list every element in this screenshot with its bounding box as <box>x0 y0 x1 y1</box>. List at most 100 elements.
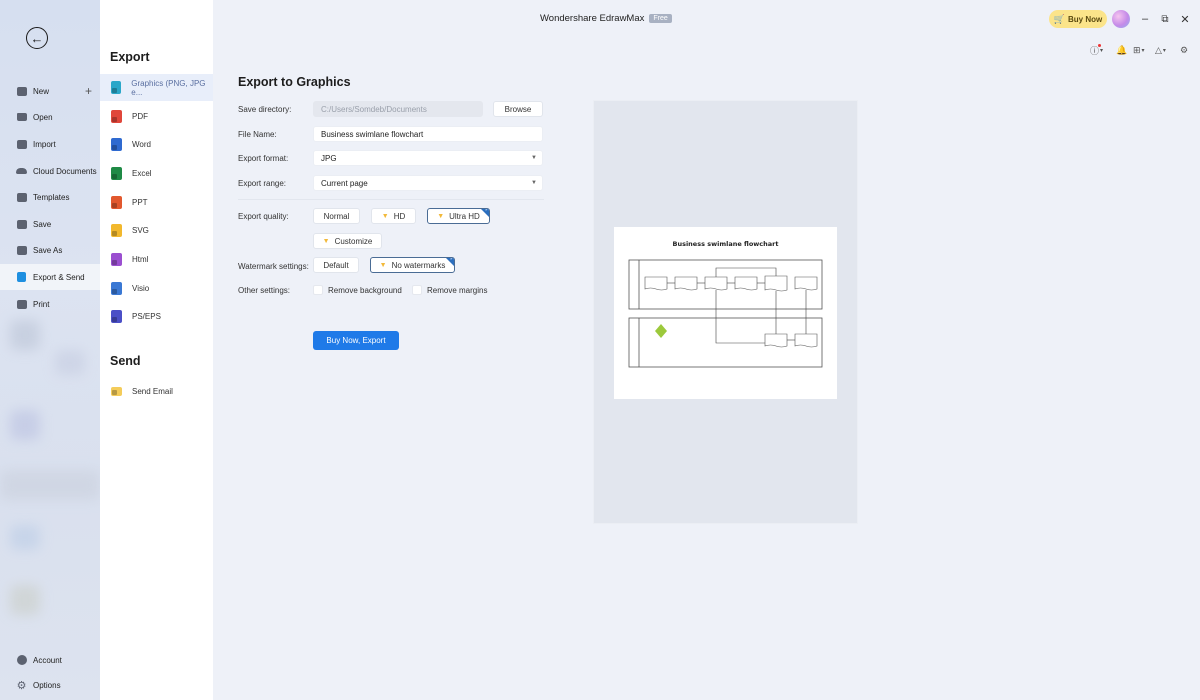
blurred-background <box>10 320 40 350</box>
help-icon: ⓘ <box>1090 43 1101 56</box>
quality-ultra-hd-button[interactable]: ▼ Ultra HD ✓ <box>427 208 490 224</box>
send-item-label: Send Email <box>132 387 173 396</box>
nav-item-print[interactable]: Print <box>0 291 100 317</box>
swimlane-2 <box>628 317 823 368</box>
nav-item-export-send[interactable]: Export & Send <box>0 264 100 290</box>
blurred-background <box>55 350 85 375</box>
save-as-icon <box>16 245 27 255</box>
buy-now-button[interactable]: 🛒 Buy Now <box>1049 10 1107 28</box>
restore-button[interactable]: ⧉ <box>1158 12 1172 26</box>
html-file-icon <box>111 253 122 266</box>
export-range-label: Export range: <box>238 179 287 188</box>
nav-item-import[interactable]: Import <box>0 131 100 157</box>
flow-document-shape <box>674 276 698 291</box>
export-item-label: PS/EPS <box>132 312 161 321</box>
watermark-none-button[interactable]: ▼ No watermarks ✓ <box>370 257 455 273</box>
avatar[interactable] <box>1112 10 1130 28</box>
export-item-word[interactable]: Word <box>100 131 213 158</box>
nav-item-label: Import <box>33 139 56 149</box>
help-button[interactable]: ⓘ ▾ <box>1090 43 1104 56</box>
blurred-background <box>0 470 100 500</box>
minimize-button[interactable]: – <box>1138 12 1152 26</box>
templates-icon <box>16 192 27 202</box>
nav-item-label: Cloud Documents <box>33 166 97 176</box>
nav-item-label: Save As <box>33 245 63 255</box>
buy-now-export-button[interactable]: Buy Now, Export <box>313 331 399 350</box>
watermark-default-button[interactable]: Default <box>313 257 359 273</box>
flow-document-shape <box>764 275 788 292</box>
export-item-label: Word <box>132 140 151 149</box>
export-item-html[interactable]: Html <box>100 246 213 273</box>
premium-gem-icon: ▼ <box>437 212 445 220</box>
remove-margins-checkbox[interactable] <box>412 285 422 295</box>
nav-item-label: Save <box>33 219 52 229</box>
theme-button[interactable]: △ ▾ <box>1155 44 1166 56</box>
app-title-text: Wondershare EdrawMax <box>540 13 645 24</box>
export-item-ppt[interactable]: PPT <box>100 189 213 216</box>
chevron-down-icon: ▾ <box>1141 47 1145 54</box>
divider <box>238 199 544 200</box>
other-settings-label: Other settings: <box>238 286 291 295</box>
export-item-ps-eps[interactable]: PS/EPS <box>100 303 213 330</box>
plus-icon[interactable]: + <box>85 84 92 98</box>
quality-customize-button[interactable]: ▼ Customize <box>313 233 382 249</box>
export-item-label: Visio <box>132 284 150 293</box>
remove-background-checkbox[interactable] <box>313 285 323 295</box>
nav-item-account[interactable]: Account <box>0 647 100 673</box>
notifications-button[interactable]: 🔔 <box>1116 44 1127 56</box>
quality-normal-button[interactable]: Normal <box>313 208 360 224</box>
export-item-graphics[interactable]: Graphics (PNG, JPG e... <box>100 74 213 101</box>
save-icon <box>16 219 27 229</box>
folder-icon <box>16 112 27 122</box>
send-heading: Send <box>110 354 141 368</box>
premium-gem-icon: ▼ <box>322 237 330 245</box>
quality-hd-label: HD <box>393 211 406 221</box>
close-button[interactable]: ✕ <box>1178 12 1192 26</box>
nav-item-save-as[interactable]: Save As <box>0 237 100 263</box>
word-file-icon <box>111 138 122 151</box>
export-item-visio[interactable]: Visio <box>100 275 213 302</box>
image-file-icon <box>111 81 122 94</box>
browse-button[interactable]: Browse <box>493 101 543 117</box>
export-item-svg[interactable]: SVG <box>100 217 213 244</box>
app-title: Wondershare EdrawMax Free <box>540 13 672 24</box>
export-heading: Export <box>110 50 150 64</box>
export-item-pdf[interactable]: PDF <box>100 103 213 130</box>
watermark-label: Watermark settings: <box>238 262 309 271</box>
export-format-select[interactable]: JPG ▼ <box>313 150 543 166</box>
quality-hd-button[interactable]: ▼ HD <box>371 208 416 224</box>
apps-button[interactable]: ⊞ ▾ <box>1133 44 1145 56</box>
export-item-excel[interactable]: Excel <box>100 160 213 187</box>
flow-document-shape <box>794 333 818 348</box>
chevron-down-icon: ▼ <box>531 155 537 161</box>
chevron-down-icon: ▾ <box>1100 47 1104 54</box>
flow-document-shape <box>734 276 758 291</box>
export-range-select[interactable]: Current page ▼ <box>313 175 543 191</box>
file-name-input[interactable]: Business swimlane flowchart <box>313 126 543 142</box>
blurred-background <box>10 585 40 615</box>
export-item-label: PPT <box>132 198 148 207</box>
nav-item-label: Templates <box>33 192 70 202</box>
new-icon <box>16 86 27 96</box>
flow-document-shape <box>704 276 728 291</box>
nav-item-cloud-documents[interactable]: Cloud Documents <box>0 158 100 184</box>
settings-button[interactable]: ⚙ <box>1180 44 1188 56</box>
nav-item-open[interactable]: Open <box>0 104 100 130</box>
quality-customize-label: Customize <box>334 236 373 246</box>
export-menu: Export Graphics (PNG, JPG e... PDF Word … <box>100 0 213 700</box>
svg-file-icon <box>111 224 122 237</box>
flow-decision-diamond <box>655 324 667 338</box>
nav-item-new[interactable]: New + <box>0 78 100 104</box>
nav-item-save[interactable]: Save <box>0 211 100 237</box>
send-item-email[interactable]: Send Email <box>100 378 213 405</box>
shirt-icon: △ <box>1155 44 1162 55</box>
blurred-background <box>10 410 40 440</box>
quality-ultra-hd-label: Ultra HD <box>449 211 480 221</box>
export-icon <box>16 272 27 282</box>
excel-file-icon <box>111 167 122 180</box>
back-button[interactable]: ← <box>26 27 48 49</box>
notification-dot <box>1098 43 1101 47</box>
nav-item-options[interactable]: ⚙ Options <box>0 672 100 698</box>
nav-item-templates[interactable]: Templates <box>0 184 100 210</box>
file-name-label: File Name: <box>238 130 277 139</box>
